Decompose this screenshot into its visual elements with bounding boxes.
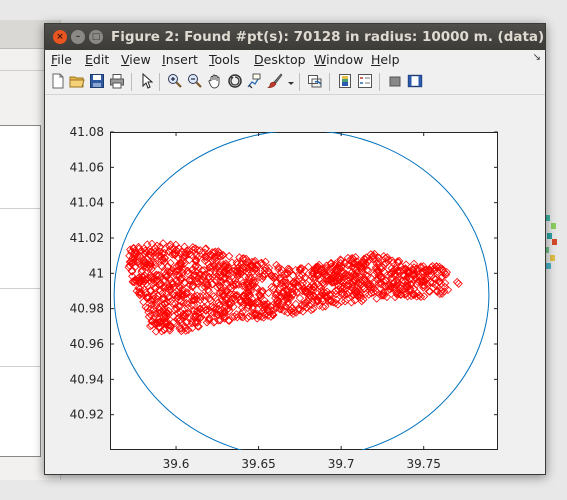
y-tick-label: 40.96: [70, 337, 104, 351]
x-tick-label: 39.6: [163, 457, 190, 471]
x-tick-label: 39.7: [328, 457, 355, 471]
y-tick-label: 41.04: [70, 196, 104, 210]
plot-canvas: 39.6 39.65 39.7 39.75 41.08 41.06 41.04 41.02 41…: [70, 125, 498, 471]
figure-window: × – □ Figure 2: Found #pt(s): 70128 in r…: [44, 23, 546, 475]
background-window-panel: [0, 125, 41, 457]
background-panel-line: [0, 366, 40, 367]
scatter-series: [124, 239, 463, 336]
y-tick-label: 41: [89, 266, 104, 280]
x-tick-label: 39.75: [407, 457, 441, 471]
y-tick-label: 40.94: [70, 372, 104, 386]
y-tick-label: 40.92: [70, 408, 104, 422]
y-tick-label: 40.98: [70, 302, 104, 316]
background-panel-line: [0, 288, 40, 289]
y-tick-label: 41.02: [70, 231, 104, 245]
background-panel-line: [0, 208, 40, 209]
scatter-point: [224, 251, 234, 261]
x-tick-label: 39.65: [241, 457, 275, 471]
y-tick-label: 41.06: [70, 160, 104, 174]
y-tick-label: 41.08: [70, 125, 104, 139]
scatter-point: [443, 285, 453, 295]
